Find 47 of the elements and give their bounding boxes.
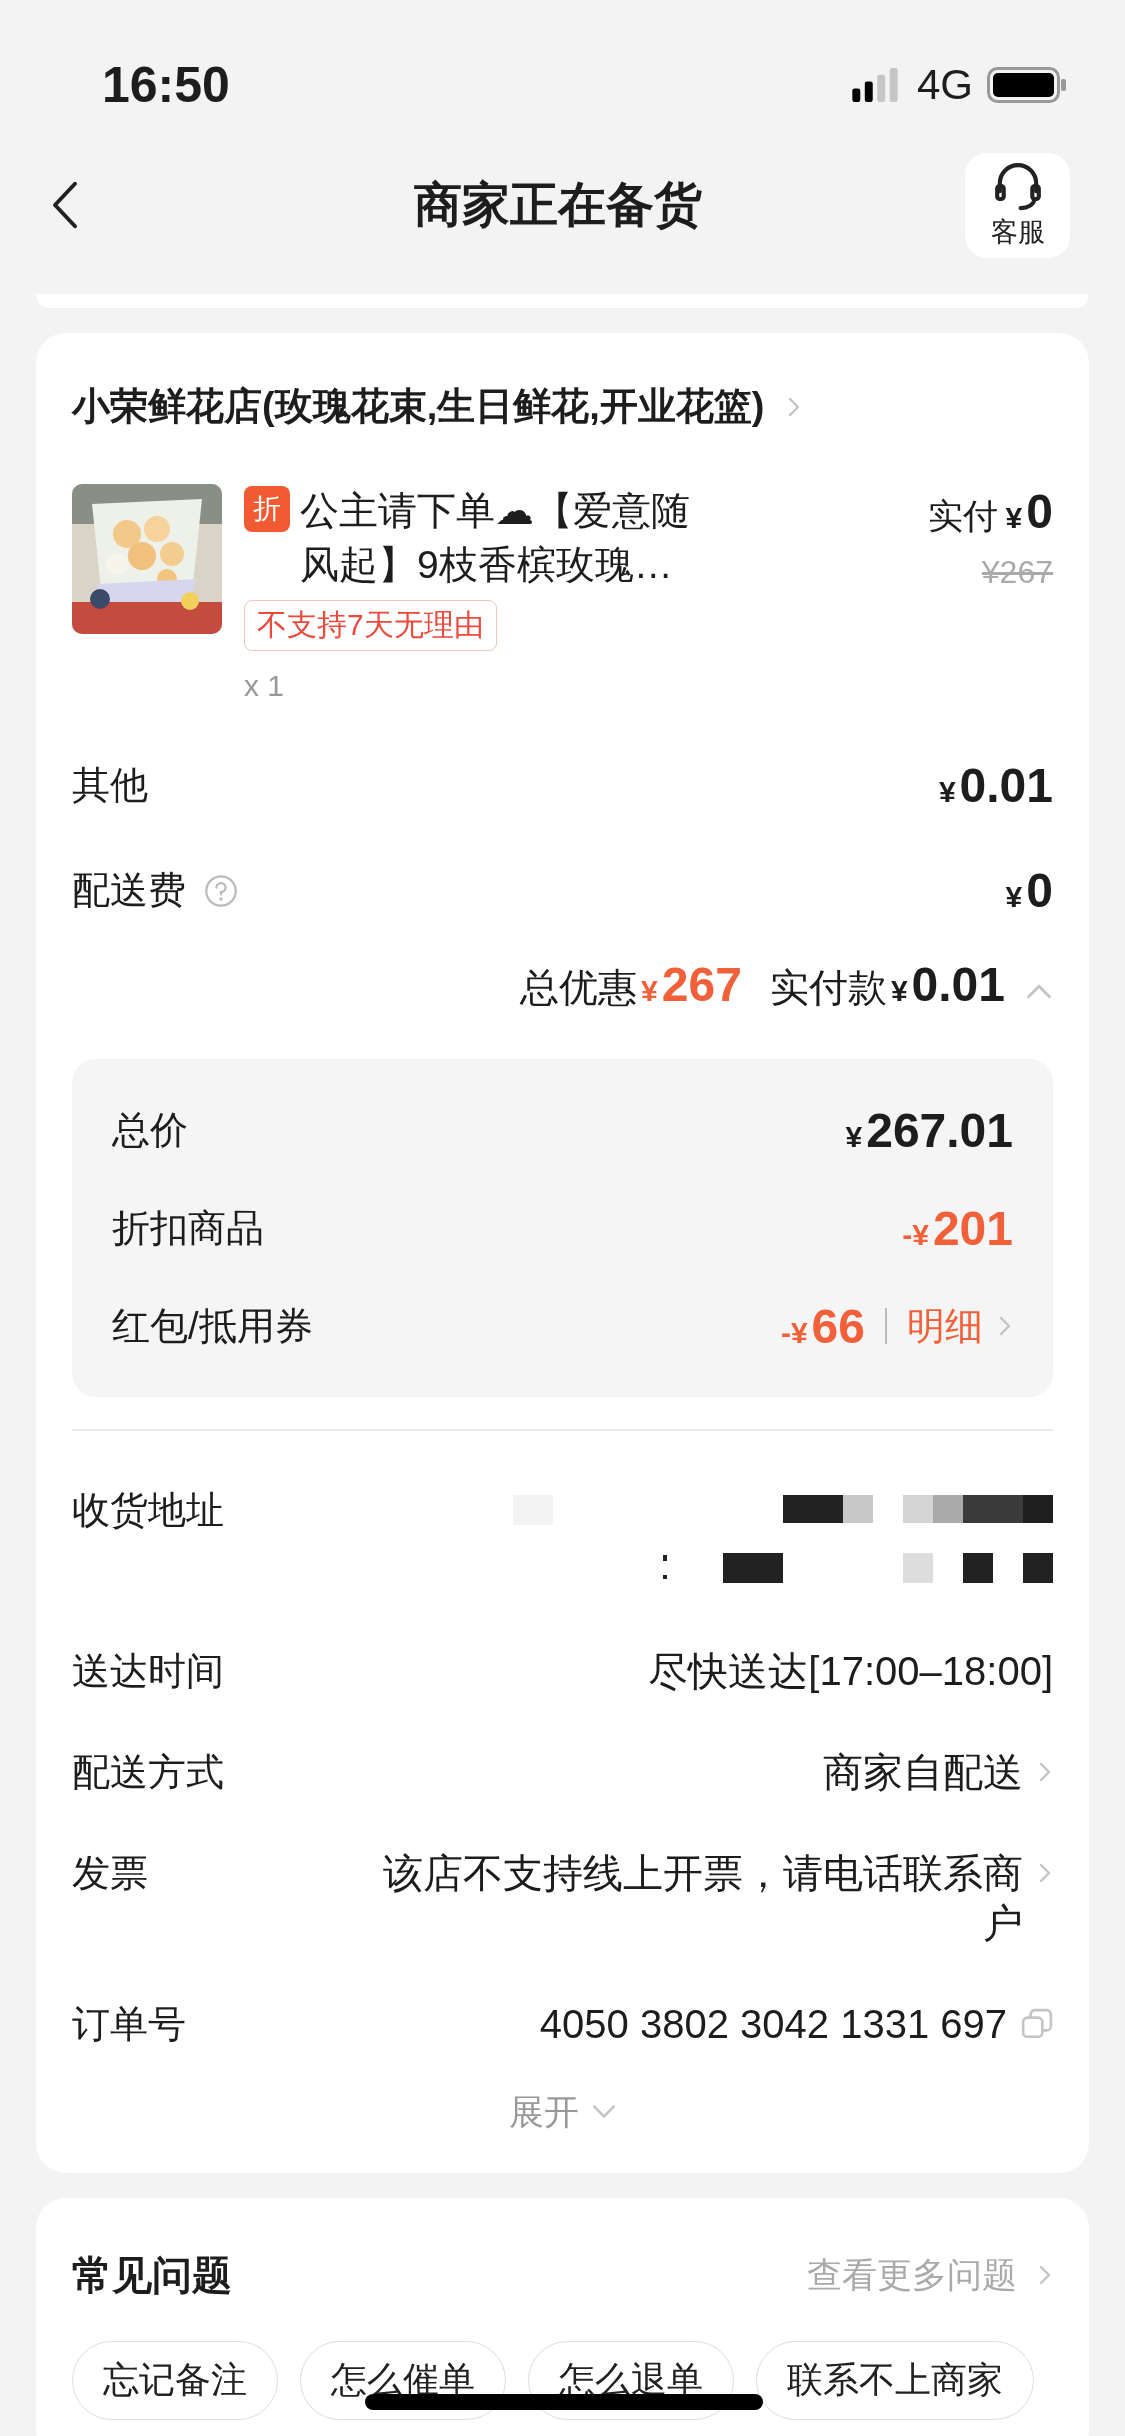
detail-value[interactable]: 商家自配送 (823, 1746, 1023, 1797)
detail-label: 送达时间 (72, 1648, 225, 1694)
chevron-right-icon (1037, 2264, 1053, 2286)
back-icon[interactable] (50, 180, 80, 230)
fee-amount: ¥0 (1005, 863, 1053, 918)
total-amount: ¥267.01 (845, 1102, 1013, 1158)
paid-label: 实付 (927, 495, 998, 537)
paid-label: 实付款 (769, 965, 887, 1011)
detail-label: 配送方式 (72, 1749, 225, 1795)
policy-badge: 不支持7天无理由 (244, 600, 497, 651)
price-label: 总价 (112, 1107, 188, 1153)
detail-value: 4050 3802 3042 1331 697 (539, 2000, 1007, 2048)
detail-label: 收货地址 (72, 1487, 225, 1533)
chevron-down-icon (590, 2103, 617, 2121)
detail-value[interactable]: 该店不支持线上开票，请电话联系商户 (363, 1847, 1023, 1948)
fee-amount: ¥0.01 (938, 758, 1053, 813)
question-chip[interactable]: 联系不上商家 (756, 2340, 1034, 2420)
paid-amount: ¥0.01 (890, 957, 1005, 1012)
detail-label: 订单号 (72, 2001, 187, 2047)
network-label: 4G (916, 61, 973, 109)
price-label: 折扣商品 (112, 1205, 264, 1251)
chevron-right-icon[interactable] (1037, 1760, 1053, 1783)
fee-label: 配送费 (72, 868, 186, 913)
discount-label: 总优惠 (520, 965, 638, 1011)
detail-value: 尽快送达[17:00–18:00] (648, 1647, 1053, 1695)
discount-tag: 折 (244, 486, 290, 532)
question-chip[interactable]: 忘记备注 (72, 2340, 278, 2420)
discount-amount: -¥201 (902, 1200, 1013, 1256)
discount-amount: -¥66 (780, 1298, 865, 1354)
copy-icon[interactable] (1021, 2007, 1053, 2040)
paid-amount: ¥0 (1005, 484, 1053, 539)
chevron-right-icon[interactable] (1037, 1861, 1053, 1884)
price-label: 红包/抵用券 (112, 1303, 313, 1349)
page-title: 商家正在备货 (412, 177, 702, 233)
chevron-right-icon[interactable] (997, 1315, 1013, 1337)
fee-label: 其他 (72, 763, 148, 808)
help-icon[interactable] (204, 873, 238, 908)
shop-name[interactable]: 小荣鲜花店(玫瑰花束,生日鲜花,开业花篮) (72, 381, 765, 432)
status-time: 16:50 (102, 56, 230, 114)
customer-service-button[interactable]: 客服 (965, 152, 1070, 258)
detail-label: 发票 (72, 1850, 149, 1896)
section-title: 常见问题 (72, 2251, 232, 2299)
battery-icon (987, 67, 1067, 103)
original-price: ¥267 (981, 554, 1053, 591)
product-title[interactable]: 公主请下单☁【爱意随风起】9枝香槟玫瑰… (300, 484, 725, 592)
discount-amount: ¥267 (641, 957, 742, 1012)
quantity: x 1 (244, 669, 285, 703)
